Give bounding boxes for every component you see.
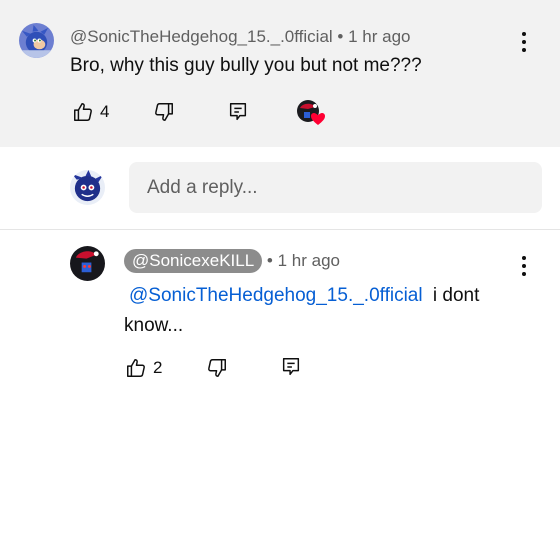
highlighted-comment: @SonicTheHedgehog_15._.0fficial • 1 hr a… <box>0 0 560 147</box>
reply-reply-button[interactable] <box>280 356 302 378</box>
more-options-icon[interactable] <box>514 30 534 54</box>
reply-icon <box>229 103 247 121</box>
like-button[interactable]: 4 <box>72 101 109 123</box>
commenter-avatar[interactable] <box>19 23 54 58</box>
comment-handle[interactable]: @SonicTheHedgehog_15._.0fficial <box>70 27 333 46</box>
reply-dislike-button[interactable] <box>206 357 228 379</box>
like-count: 4 <box>100 102 110 121</box>
comment-time: 1 hr ago <box>348 27 411 46</box>
thumbs-down-icon <box>208 359 226 377</box>
comment-text: Bro, why this guy bully you but not me??… <box>70 55 422 76</box>
reply-time: 1 hr ago <box>277 251 340 270</box>
divider <box>0 229 560 230</box>
reply-more-options-icon[interactable] <box>514 254 534 278</box>
reply-button[interactable] <box>227 101 249 123</box>
reply-like-count: 2 <box>153 358 163 377</box>
reply-handle-chip[interactable]: @SonicexeKILL <box>124 249 263 273</box>
current-user-avatar <box>70 170 105 205</box>
comment-meta: @SonicTheHedgehog_15._.0fficial • 1 hr a… <box>70 27 411 47</box>
meta-separator: • <box>337 27 344 46</box>
meta-separator: • <box>266 251 273 270</box>
creator-heart-icon <box>297 100 325 125</box>
reply-avatar[interactable] <box>70 246 105 281</box>
reply-mention-link[interactable]: @SonicTheHedgehog_15._.0fficial <box>124 285 423 306</box>
reply-input-container[interactable] <box>129 162 542 213</box>
thumbs-down-icon <box>155 103 173 121</box>
reply-like-button[interactable]: 2 <box>125 357 162 379</box>
dislike-button[interactable] <box>153 101 175 123</box>
reply-meta: @SonicexeKILL • 1 hr ago <box>124 249 340 273</box>
reply-text: @SonicTheHedgehog_15._.0fficial i dont k… <box>124 281 504 341</box>
reply-input[interactable] <box>129 162 542 213</box>
thumbs-up-icon <box>74 103 92 121</box>
creator-heart-badge[interactable] <box>296 99 328 127</box>
thumbs-up-icon <box>127 359 145 377</box>
reply-icon <box>282 358 300 376</box>
